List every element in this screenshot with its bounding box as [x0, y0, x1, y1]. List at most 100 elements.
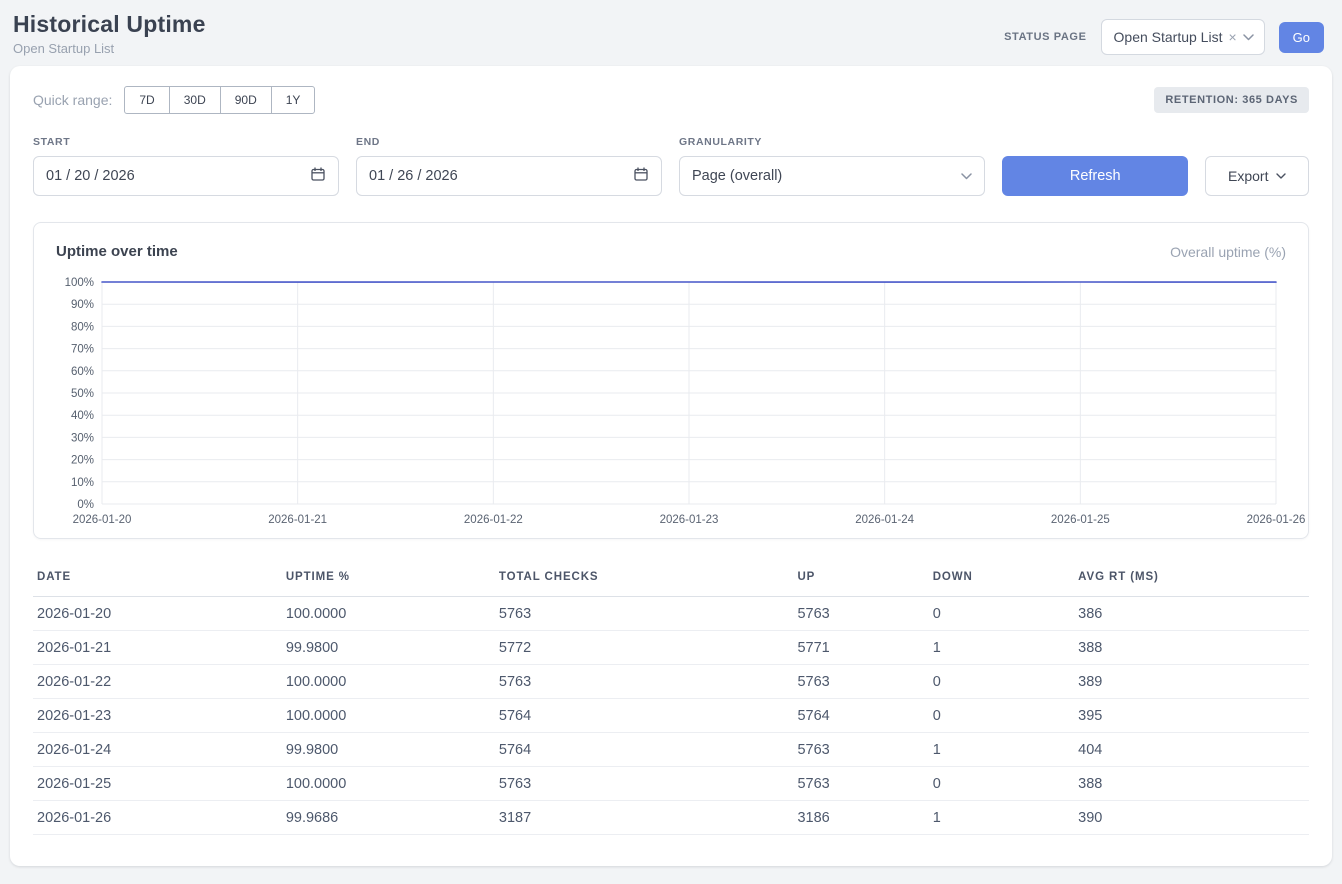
- quick-range-1y-button[interactable]: 1Y: [271, 86, 316, 114]
- svg-text:2026-01-24: 2026-01-24: [855, 514, 914, 526]
- table-row: 2026-01-2699.9686318731861390: [33, 801, 1309, 835]
- uptime-line-chart: 0%10%20%30%40%50%60%70%80%90%100%2026-01…: [56, 274, 1286, 526]
- table-cell: 2026-01-24: [33, 733, 282, 767]
- export-button[interactable]: Export: [1205, 156, 1309, 196]
- calendar-icon[interactable]: [310, 166, 326, 186]
- table-cell: 5764: [793, 699, 928, 733]
- table-row: 2026-01-23100.0000576457640395: [33, 699, 1309, 733]
- svg-text:10%: 10%: [71, 477, 94, 489]
- svg-text:2026-01-22: 2026-01-22: [464, 514, 523, 526]
- chevron-down-icon: [1276, 173, 1286, 179]
- chevron-down-icon: [961, 173, 972, 180]
- header-total-checks: TOTAL CHECKS: [495, 563, 794, 597]
- table-cell: 99.9800: [282, 733, 495, 767]
- table-cell: 5763: [495, 597, 794, 631]
- table-row: 2026-01-2499.9800576457631404: [33, 733, 1309, 767]
- table-cell: 3187: [495, 801, 794, 835]
- go-button[interactable]: Go: [1279, 22, 1324, 53]
- table-cell: 0: [929, 597, 1074, 631]
- table-cell: 5771: [793, 631, 928, 665]
- svg-text:90%: 90%: [71, 299, 94, 311]
- table-cell: 0: [929, 767, 1074, 801]
- chart-legend: Overall uptime (%): [1170, 244, 1286, 260]
- table-cell: 2026-01-25: [33, 767, 282, 801]
- table-cell: 100.0000: [282, 767, 495, 801]
- table-cell: 2026-01-23: [33, 699, 282, 733]
- granularity-selected-value: Page (overall): [692, 168, 782, 184]
- uptime-chart-card: Uptime over time Overall uptime (%) 0% 10…: [33, 222, 1309, 539]
- header-avg-rt: AVG RT (MS): [1074, 563, 1309, 597]
- table-cell: 5763: [495, 767, 794, 801]
- table-cell: 2026-01-20: [33, 597, 282, 631]
- table-cell: 0: [929, 699, 1074, 733]
- page-subtitle: Open Startup List: [13, 41, 206, 56]
- table-cell: 100.0000: [282, 597, 495, 631]
- retention-badge: RETENTION: 365 DAYS: [1154, 87, 1309, 113]
- status-page-selected-value: Open Startup List: [1114, 29, 1223, 45]
- svg-text:2026-01-21: 2026-01-21: [268, 514, 327, 526]
- table-row: 2026-01-25100.0000576357630388: [33, 767, 1309, 801]
- table-header: DATE UPTIME % TOTAL CHECKS UP DOWN AVG R…: [33, 563, 1309, 597]
- table-row: 2026-01-2199.9800577257711388: [33, 631, 1309, 665]
- quick-range-30d-button[interactable]: 30D: [169, 86, 221, 114]
- table-cell: 2026-01-22: [33, 665, 282, 699]
- title-block: Historical Uptime Open Startup List: [13, 11, 206, 56]
- table-cell: 3186: [793, 801, 928, 835]
- table-cell: 1: [929, 801, 1074, 835]
- svg-text:30%: 30%: [71, 432, 94, 444]
- topbar-right: STATUS PAGE Open Startup List × Go: [1004, 19, 1324, 55]
- table-cell: 390: [1074, 801, 1309, 835]
- table-cell: 2026-01-21: [33, 631, 282, 665]
- chart-title: Uptime over time: [56, 243, 178, 260]
- svg-text:80%: 80%: [71, 321, 94, 333]
- header-down: DOWN: [929, 563, 1074, 597]
- start-date-input[interactable]: 01 / 20 / 2026: [33, 156, 339, 196]
- header-uptime: UPTIME %: [282, 563, 495, 597]
- end-date-value: 01 / 26 / 2026: [369, 168, 458, 184]
- quick-range-segmented-control: 7D 30D 90D 1Y: [124, 86, 315, 114]
- page-title: Historical Uptime: [13, 11, 206, 38]
- quick-range-label: Quick range:: [33, 92, 112, 108]
- end-date-input[interactable]: 01 / 26 / 2026: [356, 156, 662, 196]
- main-card: Quick range: 7D 30D 90D 1Y RETENTION: 36…: [10, 66, 1332, 866]
- svg-text:20%: 20%: [71, 455, 94, 467]
- table-row: 2026-01-22100.0000576357630389: [33, 665, 1309, 699]
- svg-text:2026-01-20: 2026-01-20: [73, 514, 132, 526]
- granularity-label: GRANULARITY: [679, 136, 985, 148]
- svg-text:0%: 0%: [77, 499, 94, 511]
- table-cell: 99.9800: [282, 631, 495, 665]
- granularity-select[interactable]: Page (overall): [679, 156, 985, 196]
- table-cell: 5763: [793, 767, 928, 801]
- controls-row: START 01 / 20 / 2026 END 01 / 26 / 2026: [33, 136, 1309, 196]
- chart-header: Uptime over time Overall uptime (%): [56, 243, 1286, 260]
- table-cell: 5763: [793, 733, 928, 767]
- table-cell: 2026-01-26: [33, 801, 282, 835]
- svg-text:2026-01-23: 2026-01-23: [660, 514, 719, 526]
- calendar-icon[interactable]: [633, 166, 649, 186]
- top-bar: Historical Uptime Open Startup List STAT…: [0, 0, 1342, 64]
- refresh-button[interactable]: Refresh: [1002, 156, 1188, 196]
- header-up: UP: [793, 563, 928, 597]
- table-cell: 5763: [495, 665, 794, 699]
- chevron-down-icon: [1243, 34, 1254, 41]
- header-date: DATE: [33, 563, 282, 597]
- table-row: 2026-01-20100.0000576357630386: [33, 597, 1309, 631]
- quick-range-7d-button[interactable]: 7D: [124, 86, 169, 114]
- svg-text:40%: 40%: [71, 410, 94, 422]
- table-cell: 99.9686: [282, 801, 495, 835]
- table-cell: 1: [929, 631, 1074, 665]
- svg-text:100%: 100%: [65, 277, 94, 289]
- svg-text:2026-01-25: 2026-01-25: [1051, 514, 1110, 526]
- start-date-field: START 01 / 20 / 2026: [33, 136, 339, 196]
- table-cell: 395: [1074, 699, 1309, 733]
- table-cell: 0: [929, 665, 1074, 699]
- table-cell: 100.0000: [282, 699, 495, 733]
- table-cell: 5764: [495, 733, 794, 767]
- end-date-field: END 01 / 26 / 2026: [356, 136, 662, 196]
- status-page-select[interactable]: Open Startup List ×: [1101, 19, 1265, 55]
- svg-text:70%: 70%: [71, 344, 94, 356]
- quick-range-90d-button[interactable]: 90D: [220, 86, 272, 114]
- clear-selection-icon[interactable]: ×: [1228, 30, 1236, 44]
- table-cell: 388: [1074, 767, 1309, 801]
- table-cell: 389: [1074, 665, 1309, 699]
